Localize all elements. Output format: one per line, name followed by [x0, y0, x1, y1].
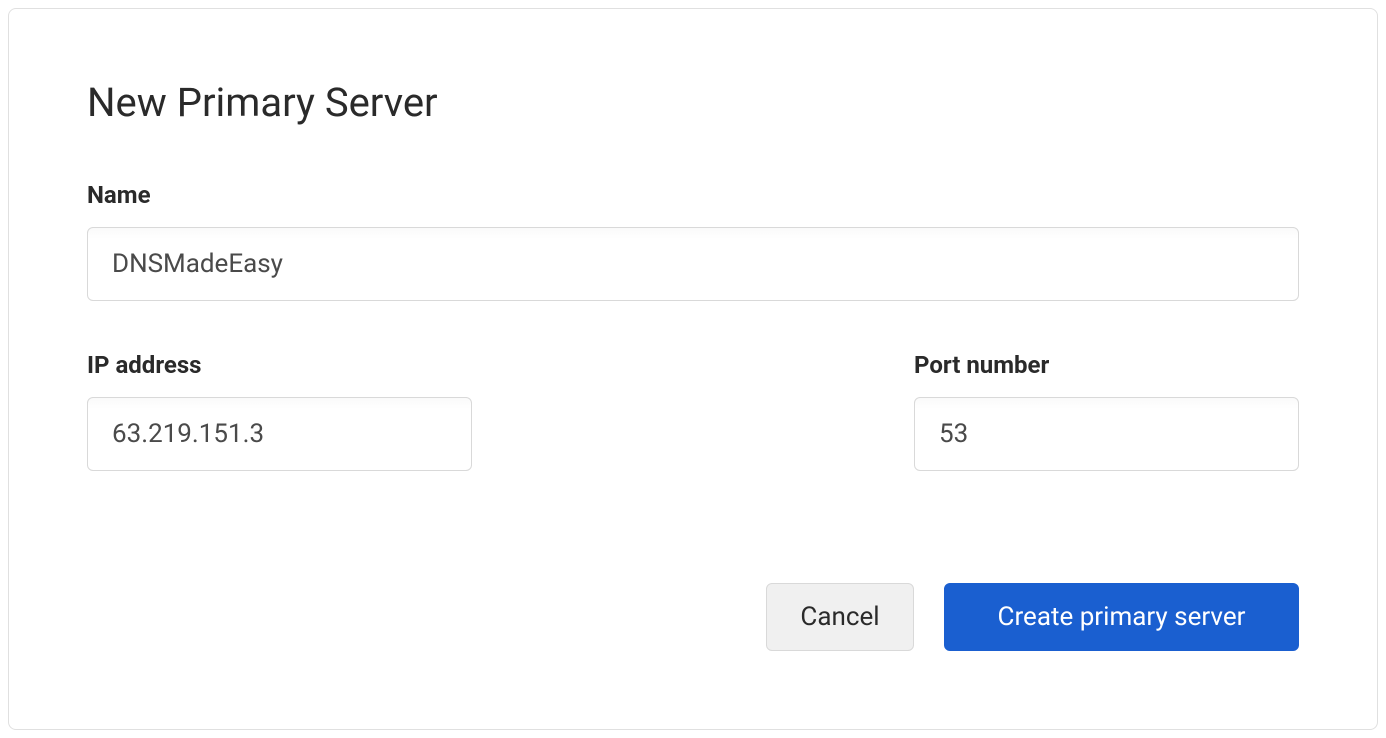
port-input[interactable]	[914, 397, 1299, 471]
ip-field-group: IP address	[87, 351, 472, 471]
new-primary-server-modal: New Primary Server Name IP address Port …	[8, 8, 1378, 730]
ip-label: IP address	[87, 351, 472, 379]
ip-input[interactable]	[87, 397, 472, 471]
port-field-group: Port number	[914, 351, 1299, 471]
create-primary-server-button[interactable]: Create primary server	[944, 583, 1299, 651]
ip-port-row: IP address Port number	[87, 351, 1299, 471]
modal-button-row: Cancel Create primary server	[766, 583, 1299, 651]
port-label: Port number	[914, 351, 1299, 379]
name-input[interactable]	[87, 227, 1299, 301]
name-field-group: Name	[87, 181, 1299, 301]
name-label: Name	[87, 181, 1299, 209]
modal-title: New Primary Server	[87, 79, 1299, 126]
cancel-button[interactable]: Cancel	[766, 583, 914, 651]
